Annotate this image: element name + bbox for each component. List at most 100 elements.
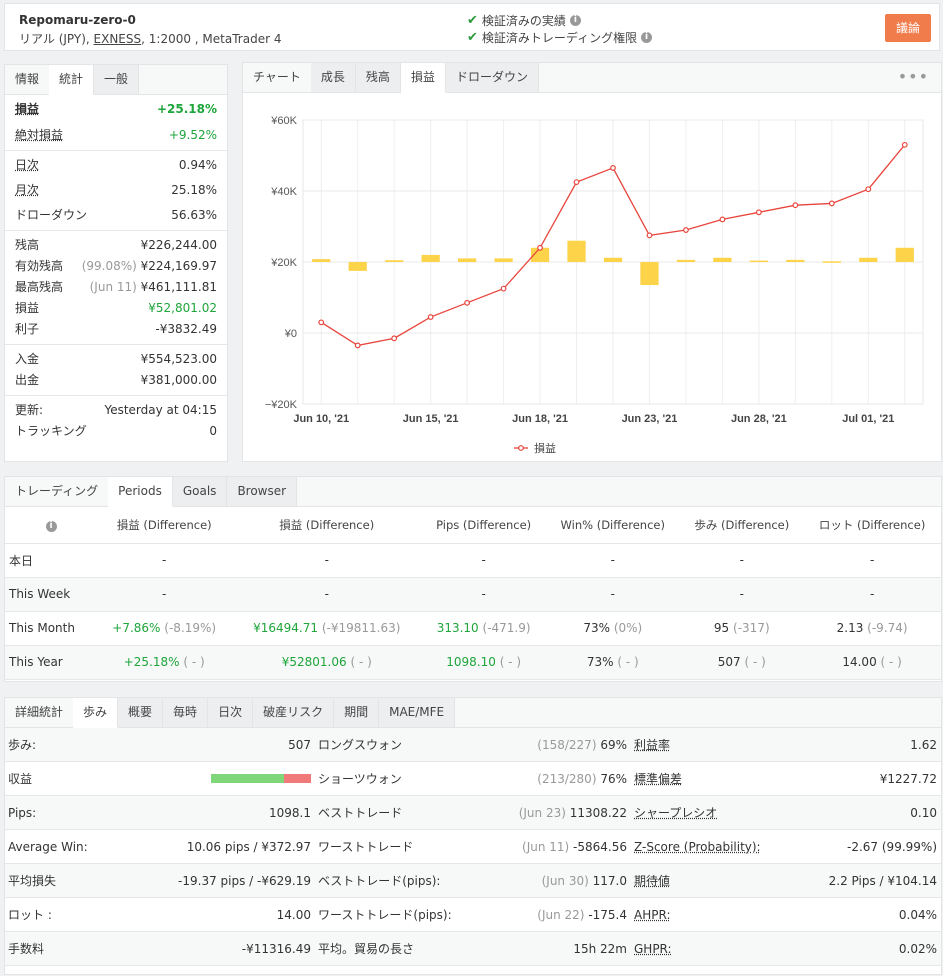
tab-drawdown[interactable]: ドローダウン xyxy=(445,63,539,92)
detail-stat-number: -5864.56 xyxy=(573,839,627,854)
chart-tabs: チャート 成長 残高 損益 ドローダウン xyxy=(243,63,941,93)
col-header: 損益 (Difference) xyxy=(97,507,232,544)
detail-stat-label[interactable]: 期待値 xyxy=(634,872,670,889)
detail-stat: Pips: 1098.1 xyxy=(5,796,315,830)
period-value: - xyxy=(162,587,167,601)
periods-table: i 損益 (Difference) 損益 (Difference) Pips (… xyxy=(5,507,941,680)
detail-stat-label[interactable]: 利益率 xyxy=(634,736,670,753)
tab-growth[interactable]: 成長 xyxy=(310,63,356,92)
tab-daily[interactable]: 日次 xyxy=(208,698,254,727)
tab-risk-of-ruin[interactable]: 破産リスク xyxy=(253,698,335,727)
stat-withdrawals: 出金 ¥381,000.00 xyxy=(15,373,217,387)
info-icon[interactable]: i xyxy=(569,15,581,26)
tab-periods[interactable]: Periods xyxy=(108,477,173,507)
detail-stat-label[interactable]: 標準偏差 xyxy=(634,770,682,787)
tab-summary[interactable]: 概要 xyxy=(118,698,164,727)
verified-track-record: ✔ 検証済みの実績 i xyxy=(467,12,581,29)
period-value: - xyxy=(739,587,744,601)
periods-tabs: トレーディング Periods Goals Browser xyxy=(5,477,941,507)
period-cell: ¥52801.06 ( - ) xyxy=(231,645,423,680)
detail-stat-label[interactable]: Z-Score (Probability): xyxy=(634,840,761,854)
detail-stat-number: 117.0 xyxy=(592,873,627,888)
detail-stat-number: 15h 22m xyxy=(573,941,627,956)
account-header: Repomaru-zero-0 リアル (JPY), EXNESS, 1:200… xyxy=(4,3,940,51)
system-title: Repomaru-zero-0 xyxy=(19,13,136,27)
data-point xyxy=(755,209,762,216)
tab-profit[interactable]: 損益 xyxy=(400,63,446,93)
bar xyxy=(676,259,696,262)
data-point xyxy=(427,314,434,320)
broker-link[interactable]: EXNESS xyxy=(94,32,142,46)
tab-duration[interactable]: 期間 xyxy=(334,698,380,727)
detail-stat-number: -175.4 xyxy=(588,907,627,922)
tab-goals[interactable]: Goals xyxy=(172,477,228,506)
detail-stat-note: (213/280) xyxy=(537,771,597,786)
detail-stat: 収益 xyxy=(5,762,315,796)
detail-stat-value: (Jun 23) 11308.22 xyxy=(519,806,627,820)
detail-stat-value: 1098.1 xyxy=(269,806,311,820)
period-value: - xyxy=(324,587,329,601)
period-row: This Week - - - - - - xyxy=(5,577,941,612)
detail-stat-label: Average Win: xyxy=(8,839,88,854)
period-difference: (-8.19%) xyxy=(164,621,217,635)
tab-hourly[interactable]: 毎時 xyxy=(163,698,209,727)
detail-stat-value: 507 xyxy=(288,738,311,752)
period-cell: - xyxy=(231,577,423,612)
period-difference: (-471.9) xyxy=(482,621,531,635)
tab-trades[interactable]: 歩み xyxy=(73,698,119,728)
stat-equity: 有効残高 (99.08%) ¥224,169.97 xyxy=(15,259,217,273)
data-point xyxy=(865,186,872,193)
y-tick-label: −¥20K xyxy=(265,399,298,411)
data-point xyxy=(354,342,361,349)
periods-panel: トレーディング Periods Goals Browser i 損益 (Diff… xyxy=(4,476,942,682)
verified-trading-label: 検証済みトレーディング権限 xyxy=(481,31,638,45)
profitability-loss-segment xyxy=(284,773,311,783)
bar xyxy=(895,247,914,262)
tab-browser[interactable]: Browser xyxy=(227,477,298,506)
tab-info[interactable]: 情報 xyxy=(5,65,49,94)
tab-chart[interactable]: チャート xyxy=(243,63,311,92)
tab-stats[interactable]: 統計 xyxy=(49,65,95,95)
detail-stat-label: 手数料 xyxy=(8,942,45,956)
discuss-button[interactable]: 議論 xyxy=(885,14,931,42)
detail-stat: 平均損失 -19.37 pips / -¥629.19 xyxy=(5,864,315,898)
data-point xyxy=(901,141,908,148)
data-point xyxy=(573,179,580,186)
detail-stat: 歩み: 507 xyxy=(5,728,315,762)
tab-balance[interactable]: 残高 xyxy=(355,63,401,92)
detail-stat: ワーストトレード(pips): (Jun 22) -175.4 xyxy=(315,898,631,932)
stat-profit: 損益 ¥52,801.02 xyxy=(15,301,217,315)
detail-stat: Z-Score (Probability): -2.67 (99.99%) xyxy=(631,830,941,864)
detail-stat-label: ロングスウォン xyxy=(318,738,403,752)
detail-stat-number: -19.37 pips / -¥629.19 xyxy=(178,873,311,888)
verified-track-label: 検証済みの実績 xyxy=(481,14,566,28)
stat-balance: 残高 ¥226,244.00 xyxy=(15,238,217,252)
period-label: 本日 xyxy=(5,543,97,578)
chart-panel: チャート 成長 残高 損益 ドローダウン ••• ¥60K ¥40K ¥20K ¥0 −… xyxy=(242,62,942,462)
account-info: リアル (JPY), EXNESS, 1:2000 , MetaTrader 4 xyxy=(19,30,281,47)
bar xyxy=(859,257,878,262)
more-options-icon[interactable]: ••• xyxy=(898,67,929,86)
info-icon[interactable]: i xyxy=(641,32,653,43)
period-cell: 313.10 (-471.9) xyxy=(422,611,546,646)
tab-mae-mfe[interactable]: MAE/MFE xyxy=(379,698,456,727)
period-value: - xyxy=(610,553,615,567)
bar xyxy=(567,240,586,262)
period-row: This Year +25.18% ( - ) ¥52801.06 ( - ) 109… xyxy=(5,645,941,680)
tab-detailed-stats[interactable]: 詳細統計 xyxy=(5,698,73,727)
detail-stat-label[interactable]: AHPR: xyxy=(634,908,670,922)
info-icon[interactable]: i xyxy=(45,521,57,533)
x-tick-label: Jun 28, '21 xyxy=(731,413,787,425)
detail-stats-panel: 詳細統計 歩み 概要 毎時 日次 破産リスク 期間 MAE/MFE 歩み: 507… xyxy=(4,697,942,975)
detail-stat-label: ベストトレード xyxy=(318,806,403,820)
period-label: This Week xyxy=(5,577,97,612)
col-header: 歩み (Difference) xyxy=(680,507,804,544)
period-difference: (-317) xyxy=(733,621,770,635)
tab-trading[interactable]: トレーディング xyxy=(5,477,108,506)
period-cell: - xyxy=(422,543,546,578)
detail-stat-label[interactable]: シャープレシオ xyxy=(634,804,717,821)
data-point xyxy=(792,202,799,209)
tab-general[interactable]: 一般 xyxy=(94,65,140,94)
period-difference: ( - ) xyxy=(744,655,766,669)
detail-stat-label[interactable]: GHPR: xyxy=(634,942,672,956)
